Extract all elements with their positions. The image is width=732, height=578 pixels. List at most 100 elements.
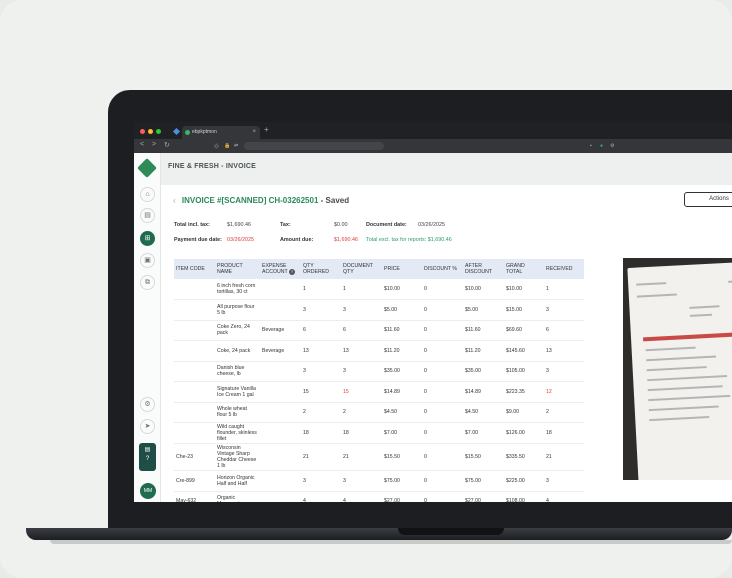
cell-document-qty[interactable]: 2 (341, 402, 382, 423)
cell-after-discount[interactable]: $75.00 (463, 470, 504, 492)
extensions-icon[interactable]: ▪ (590, 143, 592, 149)
cell-expense-account[interactable] (260, 381, 301, 403)
cell-received[interactable]: 6 (544, 320, 584, 341)
connection-icon[interactable]: ⇄ (234, 143, 238, 149)
col-discount[interactable]: DISCOUNT % (422, 259, 463, 279)
cell-item-code[interactable] (174, 299, 215, 321)
cell-discount[interactable]: 0 (422, 279, 463, 300)
cell-expense-account[interactable] (260, 491, 301, 502)
cell-after-discount[interactable]: $11.20 (463, 340, 504, 362)
cell-document-qty[interactable]: 21 (341, 443, 382, 471)
cell-qty-ordered[interactable]: 3 (301, 470, 341, 492)
help-panel[interactable]: ▤ ? (139, 443, 156, 471)
cell-qty-ordered[interactable]: 2 (301, 402, 341, 423)
home-icon[interactable]: ⌂ (140, 187, 155, 202)
cell-received[interactable]: 3 (544, 299, 584, 321)
close-window-button[interactable] (140, 129, 145, 134)
cell-price[interactable]: $11.20 (382, 340, 422, 362)
cell-discount[interactable]: 0 (422, 299, 463, 321)
cell-item-code[interactable] (174, 361, 215, 382)
cell-price[interactable]: $5.00 (382, 299, 422, 321)
documents-icon[interactable]: ▤ (140, 208, 155, 223)
cell-after-discount[interactable]: $27.00 (463, 491, 504, 502)
table-row[interactable]: Coke Zero, 24 pack Beverage 6 6 $11.60 0 $11.6… (174, 320, 584, 341)
table-row[interactable]: All purpose flour 5 lb 3 3 $5.00 0 $5.00 $15.0… (174, 299, 584, 321)
cell-product-name[interactable]: 6 inch fresh corn tortillas, 30 ct (215, 279, 260, 300)
cell-qty-ordered[interactable]: 13 (301, 340, 341, 362)
table-row[interactable]: 6 inch fresh corn tortillas, 30 ct 1 1 $10.… (174, 279, 584, 300)
cell-price[interactable]: $27.00 (382, 491, 422, 502)
cell-price[interactable]: $4.50 (382, 402, 422, 423)
cell-after-discount[interactable]: $35.00 (463, 361, 504, 382)
cell-discount[interactable]: 0 (422, 402, 463, 423)
cell-expense-account[interactable] (260, 299, 301, 321)
cell-received[interactable]: 3 (544, 361, 584, 382)
table-row[interactable]: Signature Vanilla Ice Cream 1 gal 15 15 $14… (174, 381, 584, 403)
col-grand-total[interactable]: GRAND TOTAL (504, 259, 544, 279)
cell-price[interactable]: $75.00 (382, 470, 422, 492)
send-icon[interactable]: ➤ (140, 419, 155, 434)
cell-expense-account[interactable] (260, 279, 301, 300)
table-row[interactable]: Danish blue cheese, lb 3 3 $35.00 0 $35.00 $10… (174, 361, 584, 382)
cell-product-name[interactable]: Whole wheat flour 5 lb (215, 402, 260, 423)
col-qty-ordered[interactable]: QTY ORDERED (301, 259, 341, 279)
cell-price[interactable]: $35.00 (382, 361, 422, 382)
cell-received[interactable]: 18 (544, 422, 584, 444)
cell-grand-total[interactable]: $145.60 (504, 340, 544, 362)
cell-after-discount[interactable]: $4.50 (463, 402, 504, 423)
cell-product-name[interactable]: Coke, 24 pack (215, 340, 260, 362)
cell-price[interactable]: $14.89 (382, 381, 422, 403)
cell-item-code[interactable] (174, 422, 215, 444)
cell-expense-account[interactable] (260, 470, 301, 492)
gear-icon[interactable]: ⚙ (140, 397, 155, 412)
cell-document-qty[interactable]: 3 (341, 361, 382, 382)
cell-expense-account[interactable] (260, 361, 301, 382)
cart-icon[interactable]: ⊞ (140, 231, 155, 246)
table-row[interactable]: May-632Organic Mayonnaise44$27.000$27.00… (174, 491, 584, 502)
maximize-window-button[interactable] (156, 129, 161, 134)
cell-after-discount[interactable]: $5.00 (463, 299, 504, 321)
cell-price[interactable]: $11.60 (382, 320, 422, 341)
cell-received[interactable]: 2 (544, 402, 584, 423)
col-received[interactable]: RECEIVED (544, 259, 584, 279)
reload-icon[interactable]: ↻ (164, 141, 170, 149)
cell-product-name[interactable]: Organic Mayonnaise (215, 491, 260, 502)
col-expense-account[interactable]: EXPENSE ACCOUNT ? (260, 259, 301, 279)
cell-after-discount[interactable]: $15.50 (463, 443, 504, 471)
cell-qty-ordered[interactable]: 3 (301, 361, 341, 382)
cell-discount[interactable]: 0 (422, 340, 463, 362)
cell-item-code[interactable] (174, 279, 215, 300)
cell-received[interactable]: 12 (544, 381, 584, 403)
cell-discount[interactable]: 0 (422, 320, 463, 341)
cell-discount[interactable]: 0 (422, 470, 463, 492)
cell-expense-account[interactable] (260, 422, 301, 444)
cell-received[interactable]: 21 (544, 443, 584, 471)
table-row[interactable]: Cre-899 Horizon Organic Half and Half 3 3 $7… (174, 470, 584, 492)
cell-product-name[interactable]: Horizon Organic Half and Half (215, 470, 260, 492)
cell-received[interactable]: 3 (544, 470, 584, 492)
cell-received[interactable]: 13 (544, 340, 584, 362)
new-tab-icon[interactable]: + (264, 125, 269, 134)
col-item-code[interactable]: ITEM CODE (174, 259, 215, 279)
cell-discount[interactable]: 0 (422, 422, 463, 444)
cell-price[interactable]: $10.00 (382, 279, 422, 300)
browser-tab[interactable]: ebpkptmon × (182, 126, 260, 139)
actions-button[interactable]: Actions (684, 192, 732, 207)
forward-icon[interactable]: > (152, 141, 156, 148)
cell-discount[interactable]: 0 (422, 443, 463, 471)
cell-document-qty[interactable]: 4 (341, 491, 382, 502)
cell-product-name[interactable]: Wild caught flounder, skinless fillet (215, 422, 260, 444)
site-info-icon[interactable]: ⓪ (214, 143, 219, 150)
cell-received[interactable]: 1 (544, 279, 584, 300)
cell-document-qty[interactable]: 15 (341, 381, 382, 403)
cell-item-code[interactable] (174, 402, 215, 423)
question-icon[interactable]: ? (139, 456, 156, 462)
close-tab-icon[interactable]: × (252, 126, 256, 139)
cell-item-code[interactable]: Cre-899 (174, 470, 215, 492)
cell-grand-total[interactable]: $10.00 (504, 279, 544, 300)
minimize-window-button[interactable] (148, 129, 153, 134)
cell-after-discount[interactable]: $11.60 (463, 320, 504, 341)
cell-price[interactable]: $15.50 (382, 443, 422, 471)
brand-logo-icon[interactable] (137, 158, 157, 178)
cell-received[interactable]: 4 (544, 491, 584, 502)
